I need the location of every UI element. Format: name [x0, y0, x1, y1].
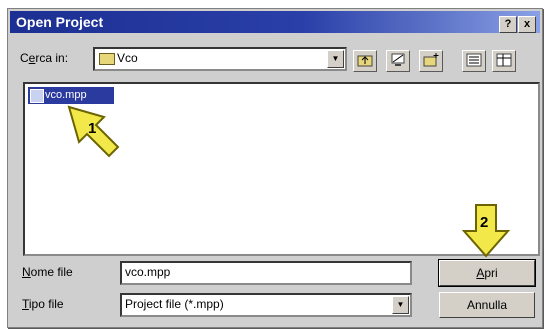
file-item-vco[interactable]: vco.mpp [28, 87, 114, 104]
look-in-value: Vco [117, 51, 138, 65]
chevron-down-icon[interactable]: ▼ [327, 50, 344, 68]
desktop-button[interactable] [386, 50, 410, 72]
details-view-button[interactable] [492, 50, 516, 72]
look-in-combobox[interactable]: Vco ▼ [93, 47, 347, 71]
list-view-button[interactable] [462, 50, 486, 72]
file-type-value: Project file (*.mpp) [125, 297, 224, 311]
open-project-dialog: Open Project ? x Cerca in: Vco ▼ vco.mpp … [7, 8, 543, 328]
project-file-icon [30, 89, 44, 103]
details-view-icon [496, 53, 512, 67]
file-name-value: vco.mpp [125, 265, 171, 279]
file-name-label: Nome file [22, 265, 73, 279]
list-view-icon [466, 53, 482, 67]
cancel-button[interactable]: Annulla [439, 292, 535, 318]
close-button[interactable]: x [518, 16, 536, 33]
up-folder-icon [357, 55, 373, 67]
annotation-number-2: 2 [480, 214, 488, 231]
up-folder-button[interactable] [353, 50, 377, 72]
dialog-title: Open Project [16, 14, 104, 30]
folder-icon [99, 53, 115, 65]
title-bar: Open Project ? x [10, 11, 540, 33]
open-button[interactable]: Apri [438, 259, 536, 287]
file-type-combobox[interactable]: Project file (*.mpp) ▼ [120, 293, 412, 317]
chevron-down-icon[interactable]: ▼ [392, 296, 409, 314]
help-button[interactable]: ? [499, 16, 517, 33]
look-in-label: Cerca in: [20, 51, 69, 65]
annotation-number-1: 1 [88, 120, 96, 137]
file-type-label: Tipo file [22, 297, 64, 311]
file-name: vco.mpp [45, 89, 87, 101]
annotation-arrow-1: 1 [67, 105, 120, 158]
new-folder-icon [423, 53, 439, 67]
title-bar-buttons: ? x [498, 14, 536, 33]
new-folder-button[interactable] [419, 50, 443, 72]
desktop-icon [391, 53, 405, 66]
annotation-arrow-2: 2 [461, 204, 511, 258]
file-name-field[interactable]: vco.mpp [120, 261, 412, 285]
